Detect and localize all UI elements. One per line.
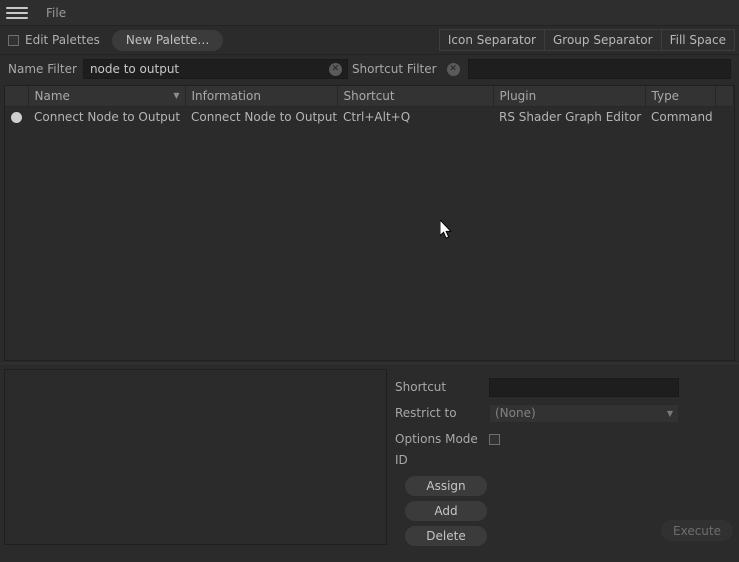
restrict-to-row: Restrict to (None) ▼ bbox=[395, 401, 735, 425]
command-details-form: Shortcut Restrict to (None) ▼ Options Mo… bbox=[395, 369, 735, 546]
name-filter-input[interactable] bbox=[83, 60, 324, 78]
edit-palettes-label: Edit Palettes bbox=[25, 33, 100, 47]
bottom-panels: Shortcut Restrict to (None) ▼ Options Mo… bbox=[0, 369, 739, 546]
column-header-type[interactable]: Type bbox=[645, 86, 716, 107]
icon-separator-button[interactable]: Icon Separator bbox=[438, 29, 545, 51]
shortcut-field[interactable] bbox=[489, 377, 679, 397]
palette-toolbar: Edit Palettes New Palette… Icon Separato… bbox=[0, 26, 739, 55]
menu-item-file[interactable]: File bbox=[38, 3, 74, 23]
command-table-header: Name ▼ Information Shortcut Plugin Type bbox=[5, 86, 734, 107]
group-separator-button[interactable]: Group Separator bbox=[543, 29, 662, 51]
shortcut-filter-field[interactable] bbox=[467, 59, 731, 79]
checkbox-box-icon bbox=[8, 34, 19, 46]
column-header-name[interactable]: Name ▼ bbox=[28, 86, 186, 107]
shortcut-row: Shortcut bbox=[395, 375, 735, 399]
sort-descending-icon: ▼ bbox=[173, 91, 180, 100]
column-header-shortcut[interactable]: Shortcut bbox=[337, 86, 494, 107]
options-mode-label: Options Mode bbox=[395, 432, 478, 446]
id-label: ID bbox=[395, 453, 408, 467]
palette-preview-list[interactable] bbox=[4, 369, 387, 545]
table-row[interactable]: Connect Node to Output Connect Node to O… bbox=[5, 107, 734, 127]
shortcut-label: Shortcut bbox=[395, 380, 447, 394]
menu-bar: File bbox=[0, 0, 739, 26]
cell-plugin: RS Shader Graph Editor bbox=[499, 109, 642, 124]
restrict-to-dropdown[interactable]: (None) ▼ bbox=[489, 403, 679, 423]
options-mode-checkbox[interactable] bbox=[489, 433, 500, 445]
restrict-to-label: Restrict to bbox=[395, 406, 457, 420]
hamburger-menu-icon[interactable] bbox=[6, 5, 28, 21]
row-command-dot-icon bbox=[5, 107, 28, 127]
name-filter-field[interactable]: ✕ bbox=[82, 59, 348, 79]
column-header-extra[interactable] bbox=[715, 86, 734, 107]
column-header-icon[interactable] bbox=[5, 86, 29, 107]
assign-button[interactable]: Assign bbox=[405, 476, 487, 496]
command-dot-icon bbox=[11, 111, 22, 123]
column-header-information[interactable]: Information bbox=[185, 86, 338, 107]
cell-extra bbox=[715, 107, 734, 127]
hamburger-line bbox=[6, 16, 28, 19]
cell-shortcut: Ctrl+Alt+Q bbox=[343, 109, 411, 124]
restrict-to-value: (None) bbox=[495, 406, 536, 420]
chevron-down-icon: ▼ bbox=[666, 408, 673, 418]
id-row: ID bbox=[395, 453, 735, 474]
name-filter-label: Name Filter bbox=[8, 62, 77, 76]
table-header-row: Name ▼ Information Shortcut Plugin Type bbox=[5, 86, 734, 107]
shortcut-filter-clear-icon[interactable]: ✕ bbox=[446, 62, 460, 76]
options-mode-row: Options Mode bbox=[395, 427, 735, 451]
cell-information: Connect Node to Output bbox=[191, 109, 337, 124]
shortcut-filter-input[interactable] bbox=[468, 60, 730, 78]
edit-palettes-checkbox[interactable]: Edit Palettes bbox=[8, 33, 100, 47]
shortcut-input[interactable] bbox=[490, 378, 678, 396]
execute-button[interactable]: Execute bbox=[661, 520, 733, 541]
new-palette-button[interactable]: New Palette… bbox=[111, 29, 224, 51]
cell-type: Command bbox=[651, 109, 713, 124]
name-filter-clear-icon[interactable]: ✕ bbox=[328, 62, 342, 76]
command-table-body: Connect Node to Output Connect Node to O… bbox=[5, 107, 734, 127]
add-button[interactable]: Add bbox=[405, 501, 487, 521]
command-table-container[interactable]: Name ▼ Information Shortcut Plugin Type … bbox=[4, 85, 735, 361]
hamburger-line bbox=[6, 11, 28, 14]
shortcut-filter-label: Shortcut Filter bbox=[351, 62, 437, 76]
cell-name: Connect Node to Output bbox=[34, 109, 181, 124]
fill-space-button[interactable]: Fill Space bbox=[660, 29, 735, 51]
column-header-plugin[interactable]: Plugin bbox=[493, 86, 646, 107]
column-header-name-label: Name bbox=[34, 89, 70, 103]
hamburger-line bbox=[6, 6, 28, 9]
filter-bar: Name Filter ✕ Shortcut Filter ✕ bbox=[0, 55, 739, 83]
delete-button[interactable]: Delete bbox=[405, 526, 487, 546]
command-table: Name ▼ Information Shortcut Plugin Type … bbox=[5, 86, 734, 127]
